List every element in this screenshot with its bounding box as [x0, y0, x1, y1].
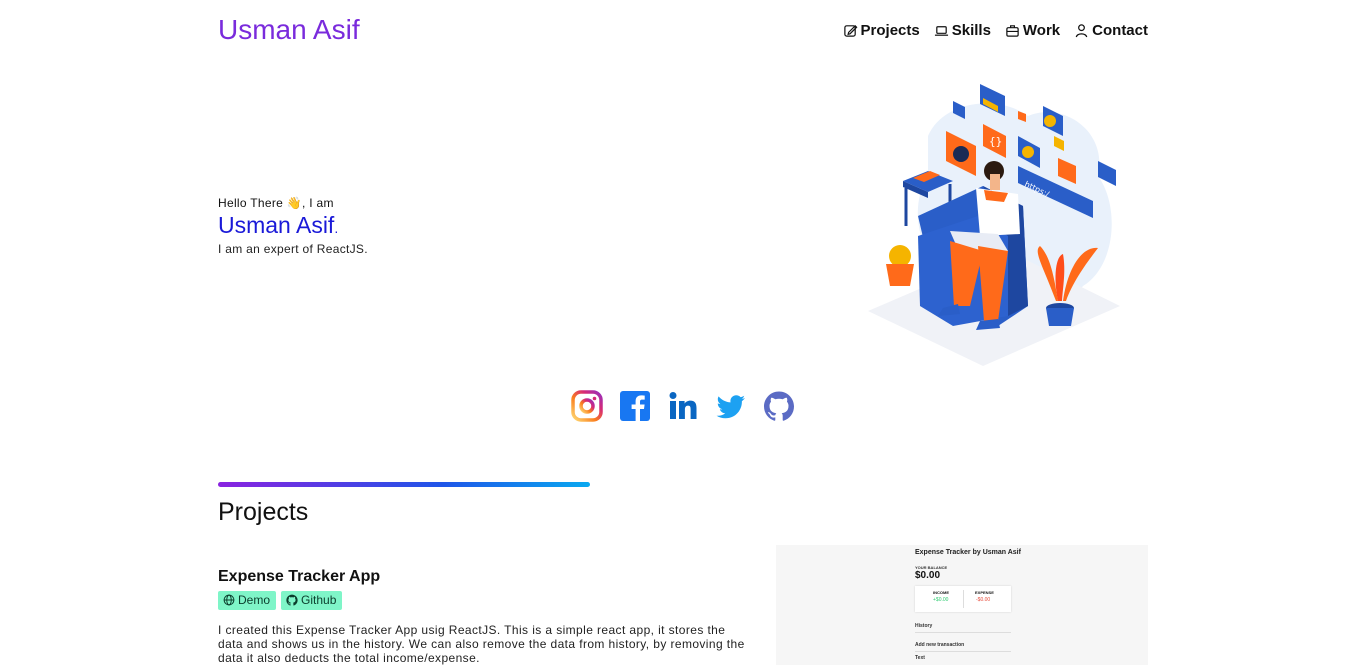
social-links: [571, 390, 795, 422]
preview-text-label: Text: [915, 655, 925, 661]
nav-contact[interactable]: Contact: [1074, 22, 1148, 39]
pencil-square-icon: [843, 24, 857, 37]
preview-history-label: History: [915, 623, 933, 629]
preview-expense-value: -$0.00: [976, 597, 991, 603]
preview-card-separator: [963, 590, 964, 608]
github-button[interactable]: Github: [281, 591, 343, 610]
project-title: Expense Tracker App: [218, 568, 381, 585]
instagram-icon: [571, 390, 603, 422]
brand-title[interactable]: Usman Asif: [218, 14, 360, 46]
twitter-link[interactable]: [715, 390, 747, 422]
nav-work[interactable]: Work: [1005, 22, 1060, 39]
project-description: I created this Expense Tracker App usig …: [218, 623, 745, 665]
project-tags: Demo Github: [218, 591, 343, 610]
globe-icon: [223, 594, 235, 606]
linkedin-icon: [669, 392, 697, 419]
facebook-link[interactable]: [619, 390, 651, 422]
demo-button[interactable]: Demo: [218, 591, 277, 610]
laptop-icon: [934, 26, 948, 36]
preview-income-value: +$0.00: [933, 597, 949, 603]
svg-text:{}: {}: [989, 135, 1002, 148]
preview-add-label: Add new transaction: [915, 642, 965, 648]
hero-text: Hello There 👋, I am Usman Asif. I am an …: [218, 196, 368, 256]
hero-tagline: I am an expert of ReactJS.: [218, 242, 368, 256]
preview-income-label: INCOME: [933, 590, 949, 595]
preview-expense-label: EXPENSE: [975, 590, 994, 595]
main-nav: Projects Skills Work Contact: [843, 22, 1148, 39]
hero-greeting: Hello There 👋, I am: [218, 196, 334, 210]
section-divider: [218, 482, 590, 487]
preview-add-line: [915, 651, 1011, 652]
nav-projects[interactable]: Projects: [843, 22, 920, 39]
hero-name: Usman Asif.: [218, 212, 368, 241]
facebook-icon: [620, 391, 650, 421]
github-link[interactable]: [763, 390, 795, 422]
preview-balance-value: $0.00: [915, 570, 941, 581]
person-icon: [1075, 24, 1088, 38]
nav-contact-label: Contact: [1092, 22, 1148, 39]
preview-income-expense-card: INCOME +$0.00 EXPENSE -$0.00: [915, 586, 1011, 612]
github-small-icon: [286, 594, 298, 606]
demo-label: Demo: [238, 593, 271, 607]
nav-work-label: Work: [1022, 22, 1061, 39]
briefcase-icon: [1006, 25, 1019, 37]
instagram-link[interactable]: [571, 390, 603, 422]
hero-name-dot: .: [334, 220, 339, 236]
projects-heading: Projects: [218, 498, 309, 526]
project-screenshot[interactable]: Expense Tracker by Usman Asif YOUR BALAN…: [776, 545, 1148, 665]
nav-skills[interactable]: Skills: [934, 22, 991, 39]
github-icon: [764, 391, 794, 421]
github-label: Github: [301, 593, 337, 607]
preview-history-line: [915, 632, 1011, 633]
linkedin-link[interactable]: [667, 390, 699, 422]
preview-title: Expense Tracker by Usman Asif: [915, 549, 1021, 556]
nav-projects-label: Projects: [860, 22, 920, 39]
nav-skills-label: Skills: [951, 22, 991, 39]
hero-name-text: Usman Asif: [218, 212, 335, 238]
hero-illustration: {} https:/: [868, 84, 1120, 366]
twitter-icon: [716, 395, 745, 419]
